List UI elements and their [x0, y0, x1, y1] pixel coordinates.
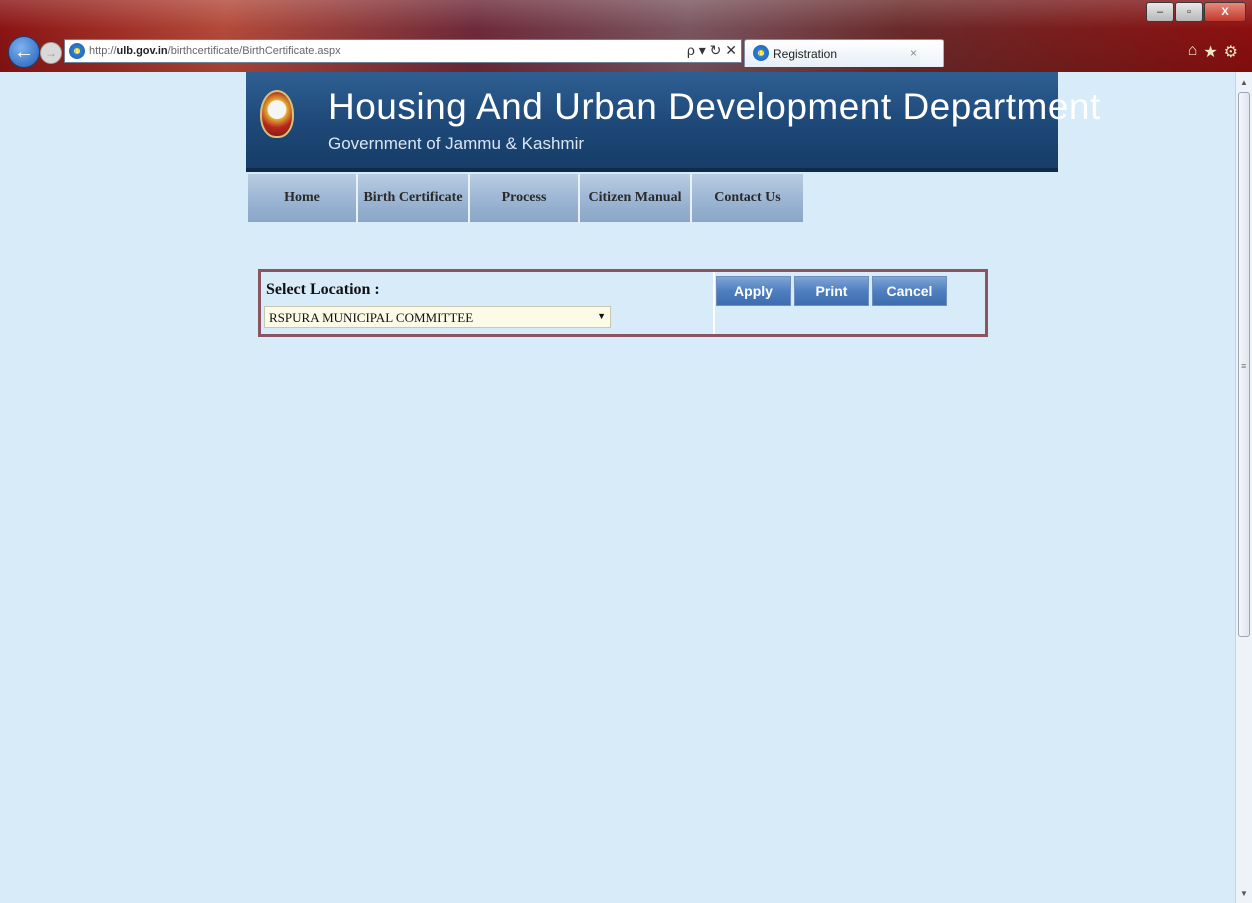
jk-emblem-icon — [260, 90, 294, 138]
url-prefix: http:// — [89, 45, 117, 57]
minimize-button[interactable]: – — [1146, 2, 1174, 22]
ie-logo-icon: e — [69, 43, 85, 59]
print-button[interactable]: Print — [794, 276, 869, 306]
search-refresh-stop-icons[interactable]: ρ ▾ ↻ ✕ — [687, 42, 737, 59]
vertical-scrollbar[interactable]: ▲ ≡ ▼ — [1235, 72, 1252, 903]
address-bar[interactable]: e http://ulb.gov.in/birthcertificate/Bir… — [64, 39, 742, 63]
menu-item-contact-us[interactable]: Contact Us — [692, 174, 803, 222]
window-controls: – ▫ X — [1145, 2, 1246, 22]
browser-toolbar-icons: ⌂ ★ ⚙ — [1188, 42, 1238, 62]
site-banner: Housing And Urban Development Department… — [246, 72, 1100, 172]
main-menu: Home Birth Certificate Process Citizen M… — [248, 174, 803, 222]
menu-item-home[interactable]: Home — [248, 174, 358, 222]
location-selected-value: RSPURA MUNICIPAL COMMITTEE — [269, 310, 474, 325]
browser-nav-row: ← → e http://ulb.gov.in/birthcertificate… — [0, 36, 1252, 70]
new-tab-button[interactable] — [920, 40, 944, 66]
home-icon[interactable]: ⌂ — [1188, 42, 1198, 62]
favorites-star-icon[interactable]: ★ — [1203, 42, 1217, 62]
ie-logo-icon: e — [753, 45, 769, 61]
scrollbar-thumb[interactable]: ≡ — [1238, 92, 1250, 637]
maximize-button[interactable]: ▫ — [1175, 2, 1203, 22]
cancel-button[interactable]: Cancel — [872, 276, 947, 306]
site-title: Housing And Urban Development Department — [328, 86, 1101, 127]
url-host: ulb.gov.in — [116, 45, 168, 57]
page-content: Housing And Urban Development Department… — [0, 72, 1252, 903]
form-divider — [713, 272, 715, 334]
menu-item-citizen-manual[interactable]: Citizen Manual — [580, 174, 692, 222]
tab-registration[interactable]: e Registration × — [744, 39, 944, 67]
back-arrow-icon[interactable]: ← — [8, 36, 40, 68]
close-tab-icon[interactable]: × — [910, 46, 917, 60]
dropdown-arrow-icon[interactable]: ▼ — [597, 311, 606, 321]
menu-item-birth-certificate[interactable]: Birth Certificate — [358, 174, 470, 222]
url-path: /birthcertificate/BirthCertificate.aspx — [167, 45, 341, 57]
scroll-down-arrow-icon[interactable]: ▼ — [1236, 885, 1252, 901]
location-form: Select Location : RSPURA MUNICIPAL COMMI… — [258, 269, 988, 337]
menu-item-process[interactable]: Process — [470, 174, 580, 222]
tab-title: Registration — [773, 47, 838, 61]
address-url[interactable]: http://ulb.gov.in/birthcertificate/Birth… — [89, 45, 341, 57]
site-subtitle: Government of Jammu & Kashmir — [328, 134, 585, 153]
forward-arrow-icon[interactable]: → — [40, 42, 62, 64]
settings-gear-icon[interactable]: ⚙ — [1224, 42, 1238, 62]
apply-button[interactable]: Apply — [716, 276, 791, 306]
close-window-button[interactable]: X — [1204, 2, 1246, 22]
select-location-label: Select Location : — [266, 281, 380, 298]
grip-icon: ≡ — [1241, 361, 1247, 371]
location-select[interactable]: RSPURA MUNICIPAL COMMITTEE ▼ — [264, 306, 611, 328]
scroll-up-arrow-icon[interactable]: ▲ — [1236, 74, 1252, 90]
